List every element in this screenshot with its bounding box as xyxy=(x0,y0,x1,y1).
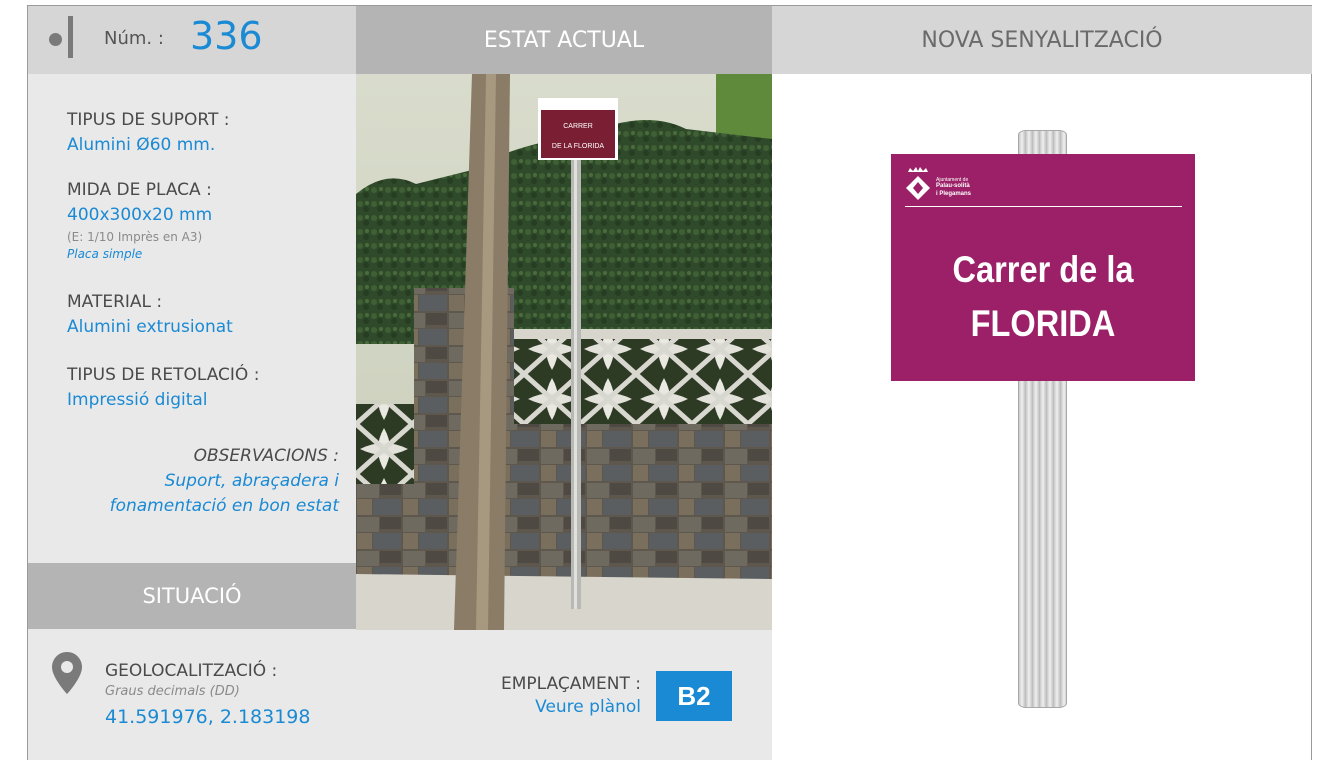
nova-senyalitzacio-title: NOVA SENYALITZACIÓ xyxy=(921,27,1163,53)
bullet-dot-icon xyxy=(49,33,62,46)
mida-note: (E: 1/10 Imprès en A3) xyxy=(67,230,203,244)
mida-value: 400x300x20 mm xyxy=(67,205,213,225)
estat-actual-title: ESTAT ACTUAL xyxy=(483,27,645,53)
current-state-photo: CARRER DE LA FLORIDA xyxy=(356,74,772,630)
photo-sign-line-1: CARRER xyxy=(563,123,593,130)
photo-illustration: CARRER DE LA FLORIDA xyxy=(356,74,772,630)
bullet-bar-icon xyxy=(68,16,73,58)
observacions-line-1: Suport, abraçadera i xyxy=(164,471,339,491)
retolacio-value: Impressió digital xyxy=(67,390,208,410)
emplacament-link[interactable]: Veure plànol xyxy=(535,697,641,717)
town-crest-icon xyxy=(906,167,930,200)
geolocalitzacio-subtitle: Graus decimals (DD) xyxy=(105,684,240,699)
plate-text-line-2: FLORIDA xyxy=(970,303,1116,344)
estat-actual-header: ESTAT ACTUAL xyxy=(356,6,772,74)
plate-street-name: Carrer de la FLORIDA xyxy=(909,243,1177,351)
material-value: Alumini extrusionat xyxy=(67,317,233,337)
geolocalitzacio-title: GEOLOCALITZACIÓ : xyxy=(105,661,278,681)
situacio-title: SITUACIÓ xyxy=(142,584,242,608)
material-title: MATERIAL : xyxy=(67,292,163,312)
emplacament-title: EMPLAÇAMENT : xyxy=(501,674,641,694)
mida-title: MIDA DE PLACA : xyxy=(67,180,212,200)
suport-value: Alumini Ø60 mm. xyxy=(67,135,216,155)
plate-org-line-2: Palau-solità xyxy=(936,183,970,189)
map-code-badge: B2 xyxy=(656,671,732,721)
plate-org-line-3: i Plegamans xyxy=(936,191,972,197)
geolocalitzacio-value: 41.591976, 2.183198 xyxy=(105,706,311,728)
number-label: Núm. : xyxy=(104,28,164,49)
mida-type: Placa simple xyxy=(67,247,143,261)
retolacio-title: TIPUS DE RETOLACIÓ : xyxy=(67,365,260,385)
situacio-header: SITUACIÓ xyxy=(28,563,356,629)
nova-senyalitzacio-header: NOVA SENYALITZACIÓ xyxy=(772,6,1312,74)
suport-title: TIPUS DE SUPORT : xyxy=(67,110,230,130)
observacions-line-2: fonamentació en bon estat xyxy=(109,496,339,516)
observacions-title: OBSERVACIONS : xyxy=(193,446,339,466)
plate-divider xyxy=(905,206,1182,207)
photo-sign-line-2: DE LA FLORIDA xyxy=(552,143,604,150)
plate-text-line-1: Carrer de la xyxy=(952,249,1134,290)
location-pin-icon xyxy=(52,652,82,694)
number-value: 336 xyxy=(190,14,263,58)
